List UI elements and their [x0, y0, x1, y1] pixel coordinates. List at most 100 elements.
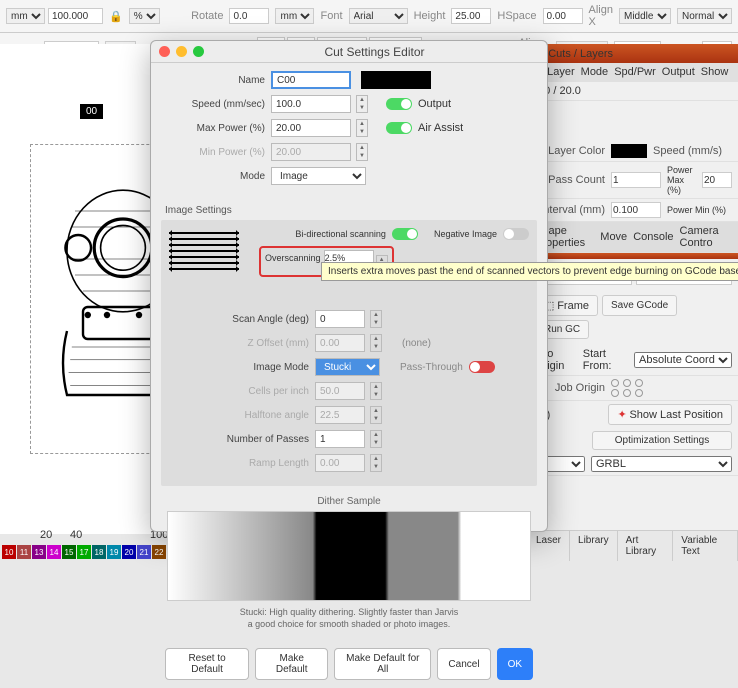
image-settings-label: Image Settings: [165, 205, 547, 216]
bidirectional-toggle[interactable]: [392, 228, 418, 240]
close-icon[interactable]: [159, 46, 170, 57]
toolbar-row-1: mm 🔒 % Rotate mm Font Arial Height HSpac…: [0, 0, 738, 33]
layer-badge: 00: [80, 104, 103, 119]
passthrough-label: Pass-Through: [400, 362, 463, 373]
passes-label: Number of Passes: [169, 434, 309, 445]
unit2-select[interactable]: %: [129, 8, 160, 24]
negative-toggle[interactable]: [503, 228, 529, 240]
speed-label: Speed (mm/sec): [165, 99, 265, 110]
air-assist-label: Air Assist: [418, 122, 463, 134]
minpower-spinner: ▲▼: [356, 143, 368, 161]
height-input[interactable]: [451, 8, 491, 24]
job-origin-grid[interactable]: [611, 379, 645, 397]
pass-count-row: Pass Count Power Max (%): [529, 162, 738, 199]
color-swatch-19[interactable]: 19: [107, 545, 121, 559]
passes-spinner[interactable]: ▲▼: [370, 430, 382, 448]
camera-tab[interactable]: Camera Contro: [680, 225, 732, 249]
height-label: Height: [414, 10, 446, 22]
ok-button[interactable]: OK: [497, 648, 533, 680]
bottom-tabs: Laser Library Art Library Variable Text: [528, 530, 738, 561]
cpi-label: Cells per inch: [169, 386, 309, 397]
maxpower-input[interactable]: [271, 119, 351, 137]
dither-title: Dither Sample: [167, 496, 531, 507]
imgmode-label: Image Mode: [169, 362, 309, 373]
image-settings-panel: Bi-directional scanning Negative Image O…: [161, 220, 537, 486]
tab-library[interactable]: Library: [570, 531, 618, 561]
imgmode-select[interactable]: Stucki: [315, 358, 380, 376]
scan-angle-input[interactable]: [315, 310, 365, 328]
air-assist-toggle[interactable]: [386, 122, 412, 134]
color-swatch-17[interactable]: 17: [77, 545, 91, 559]
layer-color-swatch[interactable]: [611, 144, 647, 158]
style-select[interactable]: Normal: [677, 8, 732, 24]
maxpower-spinner[interactable]: ▲▼: [356, 119, 368, 137]
rotate-unit[interactable]: mm: [275, 8, 314, 24]
scan-angle-spinner[interactable]: ▲▼: [370, 310, 382, 328]
ramp-input: [315, 454, 365, 472]
rotate-input[interactable]: [229, 8, 269, 24]
dialog-buttons: Reset to Default Make Default Make Defau…: [151, 640, 547, 688]
make-default-all-button[interactable]: Make Default for All: [334, 648, 431, 680]
console-tab[interactable]: Console: [633, 231, 673, 243]
maximize-icon[interactable]: [193, 46, 204, 57]
alignx-select[interactable]: Middle: [619, 8, 671, 24]
color-swatch-20[interactable]: 20: [122, 545, 136, 559]
name-label: Name: [165, 75, 265, 86]
layer-row[interactable]: 0.0 / 20.0: [529, 82, 738, 101]
output-toggle-modal[interactable]: [386, 98, 412, 110]
show-last-position-button[interactable]: ✦ Show Last Position: [608, 404, 732, 425]
cancel-button[interactable]: Cancel: [437, 648, 490, 680]
zoffset-label: Z Offset (mm): [169, 338, 309, 349]
interval-input[interactable]: [611, 202, 661, 218]
dither-preview-image: [167, 511, 531, 601]
minpower-label: Min Power (%): [165, 147, 265, 158]
color-swatch-18[interactable]: 18: [92, 545, 106, 559]
layer-color-preview[interactable]: [361, 71, 431, 89]
make-default-button[interactable]: Make Default: [255, 648, 328, 680]
speed-spinner[interactable]: ▲▼: [356, 95, 368, 113]
cut-settings-dialog: Cut Settings Editor Name Speed (mm/sec) …: [150, 40, 548, 532]
save-gcode-button[interactable]: Save GCode: [602, 295, 677, 316]
tab-art-library[interactable]: Art Library: [618, 531, 674, 561]
cuts-layers-header: ✕ Cuts / Layers: [529, 44, 738, 63]
optimization-button[interactable]: Optimization Settings: [592, 431, 732, 450]
color-swatch-15[interactable]: 15: [62, 545, 76, 559]
minimize-icon[interactable]: [176, 46, 187, 57]
mode-select[interactable]: Image: [271, 167, 366, 185]
alignx-label: Align X: [589, 4, 613, 28]
pass-count-input[interactable]: [611, 172, 661, 188]
titlebar: Cut Settings Editor: [151, 41, 547, 63]
speed-input[interactable]: [271, 95, 351, 113]
overscanning-tooltip: Inserts extra moves past the end of scan…: [321, 262, 738, 281]
zoffset-input: [315, 334, 365, 352]
unit-select[interactable]: mm: [6, 8, 45, 24]
move-tab[interactable]: Move: [600, 231, 627, 243]
dither-sample-section: Dither Sample Stucki: High quality dithe…: [161, 490, 537, 636]
dither-caption: Stucki: High quality dithering. Slightly…: [167, 607, 531, 630]
interval-row: Interval (mm) Power Min (%): [529, 199, 738, 222]
layer-color-row: Layer Color Speed (mm/s): [529, 141, 738, 162]
grbl-select[interactable]: GRBL: [591, 456, 732, 472]
reset-default-button[interactable]: Reset to Default: [165, 648, 249, 680]
none-label: (none): [402, 338, 431, 349]
color-swatch-14[interactable]: 14: [47, 545, 61, 559]
color-swatch-13[interactable]: 13: [32, 545, 46, 559]
maxpower-label: Max Power (%): [165, 123, 265, 134]
negative-label: Negative Image: [434, 229, 497, 239]
job-origin-row: Job Origin: [529, 376, 738, 401]
size-input-1[interactable]: [48, 8, 103, 24]
power-max-input[interactable]: [702, 172, 732, 188]
name-input[interactable]: [271, 71, 351, 89]
passes-input[interactable]: [315, 430, 365, 448]
lock-icon[interactable]: 🔒: [109, 10, 123, 23]
passthrough-toggle[interactable]: [469, 361, 495, 373]
zoffset-spinner: ▲▼: [370, 334, 382, 352]
color-swatch-21[interactable]: 21: [137, 545, 151, 559]
tab-variable-text[interactable]: Variable Text: [673, 531, 738, 561]
font-select[interactable]: Arial: [349, 8, 408, 24]
color-swatch-10[interactable]: 10: [2, 545, 16, 559]
overscanning-label: Overscanning: [265, 253, 321, 263]
hspace-input[interactable]: [543, 8, 583, 24]
color-swatch-11[interactable]: 11: [17, 545, 31, 559]
start-from-select[interactable]: Absolute Coord: [634, 352, 732, 368]
